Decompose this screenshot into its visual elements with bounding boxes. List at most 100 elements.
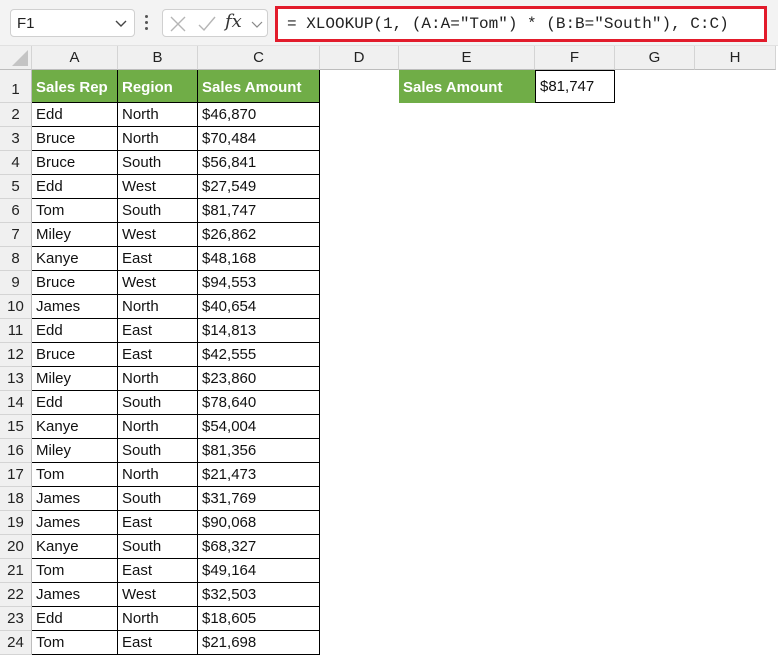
sales-amount-cell[interactable]: $78,640 <box>198 391 320 415</box>
region-cell[interactable]: East <box>118 511 198 535</box>
region-cell[interactable]: North <box>118 367 198 391</box>
column-header-d[interactable]: D <box>320 46 399 70</box>
sales-rep-cell[interactable]: Tom <box>32 199 118 223</box>
row-header[interactable]: 15 <box>0 415 32 439</box>
row-header[interactable]: 14 <box>0 391 32 415</box>
row-header[interactable]: 10 <box>0 295 32 319</box>
row-header[interactable]: 12 <box>0 343 32 367</box>
sales-amount-cell[interactable]: $48,168 <box>198 247 320 271</box>
row-header[interactable]: 11 <box>0 319 32 343</box>
region-cell[interactable]: West <box>118 175 198 199</box>
row-header[interactable]: 13 <box>0 367 32 391</box>
region-cell[interactable]: North <box>118 127 198 151</box>
enter-check-icon[interactable] <box>197 15 217 33</box>
table-header-cell[interactable]: Region <box>118 70 198 103</box>
row-header[interactable]: 5 <box>0 175 32 199</box>
more-options-icon[interactable] <box>145 13 149 33</box>
lookup-result-cell[interactable]: $81,747 <box>535 70 615 103</box>
sales-amount-cell[interactable]: $23,860 <box>198 367 320 391</box>
sales-rep-cell[interactable]: Bruce <box>32 127 118 151</box>
sales-rep-cell[interactable]: Edd <box>32 175 118 199</box>
sales-rep-cell[interactable]: Tom <box>32 463 118 487</box>
sales-rep-cell[interactable]: James <box>32 295 118 319</box>
insert-function-icon[interactable]: fx <box>225 11 242 32</box>
sales-rep-cell[interactable]: Kanye <box>32 535 118 559</box>
sales-amount-cell[interactable]: $81,747 <box>198 199 320 223</box>
column-header-b[interactable]: B <box>118 46 198 70</box>
sales-rep-cell[interactable]: Bruce <box>32 151 118 175</box>
column-header-e[interactable]: E <box>399 46 535 70</box>
sales-amount-cell[interactable]: $21,698 <box>198 631 320 655</box>
sales-amount-cell[interactable]: $40,654 <box>198 295 320 319</box>
sales-amount-cell[interactable]: $70,484 <box>198 127 320 151</box>
row-header[interactable]: 17 <box>0 463 32 487</box>
region-cell[interactable]: South <box>118 439 198 463</box>
sales-amount-cell[interactable]: $94,553 <box>198 271 320 295</box>
row-header[interactable]: 20 <box>0 535 32 559</box>
sales-amount-cell[interactable]: $68,327 <box>198 535 320 559</box>
sales-rep-cell[interactable]: Bruce <box>32 271 118 295</box>
region-cell[interactable]: North <box>118 607 198 631</box>
sales-amount-cell[interactable]: $56,841 <box>198 151 320 175</box>
region-cell[interactable]: South <box>118 487 198 511</box>
column-header-g[interactable]: G <box>615 46 695 70</box>
sales-rep-cell[interactable]: Bruce <box>32 343 118 367</box>
row-header[interactable]: 8 <box>0 247 32 271</box>
sales-rep-cell[interactable]: Edd <box>32 607 118 631</box>
sales-rep-cell[interactable]: Kanye <box>32 247 118 271</box>
region-cell[interactable]: South <box>118 391 198 415</box>
sales-amount-cell[interactable]: $81,356 <box>198 439 320 463</box>
row-header[interactable]: 9 <box>0 271 32 295</box>
region-cell[interactable]: East <box>118 247 198 271</box>
sales-amount-cell[interactable]: $46,870 <box>198 103 320 127</box>
sales-rep-cell[interactable]: Tom <box>32 559 118 583</box>
region-cell[interactable]: West <box>118 271 198 295</box>
sales-rep-cell[interactable]: James <box>32 583 118 607</box>
region-cell[interactable]: North <box>118 103 198 127</box>
row-header[interactable]: 1 <box>0 70 32 103</box>
region-cell[interactable]: East <box>118 631 198 655</box>
row-header[interactable]: 6 <box>0 199 32 223</box>
row-header[interactable]: 7 <box>0 223 32 247</box>
region-cell[interactable]: North <box>118 295 198 319</box>
region-cell[interactable]: East <box>118 343 198 367</box>
region-cell[interactable]: East <box>118 559 198 583</box>
row-header[interactable]: 19 <box>0 511 32 535</box>
region-cell[interactable]: East <box>118 319 198 343</box>
region-cell[interactable]: South <box>118 151 198 175</box>
sales-rep-cell[interactable]: Miley <box>32 439 118 463</box>
region-cell[interactable]: West <box>118 223 198 247</box>
sales-amount-cell[interactable]: $27,549 <box>198 175 320 199</box>
column-header-c[interactable]: C <box>198 46 320 70</box>
column-header-f[interactable]: F <box>535 46 615 70</box>
chevron-down-icon[interactable] <box>251 17 263 31</box>
name-box[interactable]: F1 <box>10 9 135 37</box>
sales-amount-cell[interactable]: $49,164 <box>198 559 320 583</box>
sales-rep-cell[interactable]: Miley <box>32 223 118 247</box>
sales-rep-cell[interactable]: Miley <box>32 367 118 391</box>
sales-amount-cell[interactable]: $54,004 <box>198 415 320 439</box>
sales-rep-cell[interactable]: James <box>32 511 118 535</box>
sales-amount-cell[interactable]: $90,068 <box>198 511 320 535</box>
region-cell[interactable]: South <box>118 535 198 559</box>
row-header[interactable]: 24 <box>0 631 32 655</box>
sales-rep-cell[interactable]: Kanye <box>32 415 118 439</box>
sales-amount-cell[interactable]: $42,555 <box>198 343 320 367</box>
row-header[interactable]: 3 <box>0 127 32 151</box>
formula-input[interactable]: = XLOOKUP(1, (A:A="Tom") * (B:B="South")… <box>275 6 767 42</box>
sales-amount-cell[interactable]: $26,862 <box>198 223 320 247</box>
sales-amount-cell[interactable]: $14,813 <box>198 319 320 343</box>
row-header[interactable]: 16 <box>0 439 32 463</box>
region-cell[interactable]: North <box>118 463 198 487</box>
column-header-h[interactable]: H <box>695 46 776 70</box>
column-header-a[interactable]: A <box>32 46 118 70</box>
row-header[interactable]: 21 <box>0 559 32 583</box>
region-cell[interactable]: South <box>118 199 198 223</box>
select-all-button[interactable] <box>0 46 32 70</box>
cancel-icon[interactable] <box>169 15 187 33</box>
sales-rep-cell[interactable]: Edd <box>32 103 118 127</box>
sales-amount-cell[interactable]: $18,605 <box>198 607 320 631</box>
table-header-cell[interactable]: Sales Rep <box>32 70 118 103</box>
row-header[interactable]: 2 <box>0 103 32 127</box>
row-header[interactable]: 22 <box>0 583 32 607</box>
